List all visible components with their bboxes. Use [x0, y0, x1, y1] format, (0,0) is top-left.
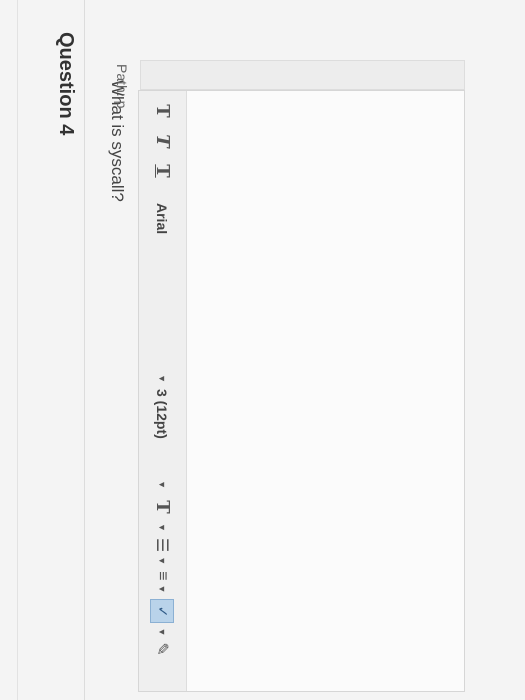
- italic-icon[interactable]: T: [152, 129, 173, 153]
- chevron-down-icon: ▼: [157, 627, 168, 637]
- bullet-list-icon: ☰: [153, 537, 171, 553]
- font-size-select[interactable]: 3 (12pt) ▼: [155, 389, 171, 489]
- spellcheck-icon: ✓: [150, 599, 175, 624]
- answer-textarea[interactable]: [187, 91, 464, 691]
- header-divider: [84, 0, 85, 700]
- quiz-page: Question 4 What is syscall? T T T Arial …: [0, 0, 525, 700]
- chevron-down-icon: ▼: [157, 374, 168, 383]
- pencil-icon[interactable]: ✎: [153, 642, 173, 655]
- rotated-frame: Question 4 What is syscall? T T T Arial …: [0, 0, 525, 700]
- bold-icon[interactable]: T: [152, 99, 173, 123]
- numbered-list-button[interactable]: ≡ ▼: [154, 571, 172, 593]
- bullet-list-button[interactable]: ☰ ▼: [153, 538, 173, 565]
- element-path: Path: p: [114, 64, 130, 109]
- editor-status-bar: [140, 60, 465, 90]
- font-family-value: Arial: [154, 203, 171, 235]
- underline-icon[interactable]: T: [152, 159, 173, 183]
- question-title: Question 4: [55, 32, 77, 136]
- top-divider: [17, 0, 18, 700]
- chevron-down-icon: ▼: [157, 480, 168, 489]
- spellcheck-button[interactable]: ✓ ▼: [150, 599, 175, 637]
- text-color-button[interactable]: T ▼: [152, 495, 173, 532]
- font-size-value: 3 (12pt): [154, 389, 171, 439]
- numbered-list-icon: ≡: [154, 571, 172, 581]
- editor-toolbar: T T T Arial ▼ 3 (12pt) ▼ T ▼ ☰ ▼ ≡ ▼ ✓ ▼…: [139, 91, 187, 691]
- chevron-down-icon: ▼: [157, 523, 168, 532]
- rich-text-editor[interactable]: T T T Arial ▼ 3 (12pt) ▼ T ▼ ☰ ▼ ≡ ▼ ✓ ▼…: [138, 90, 465, 692]
- chevron-down-icon: ▼: [157, 556, 168, 566]
- text-color-icon: T: [152, 500, 173, 514]
- font-family-select[interactable]: Arial ▼: [155, 189, 171, 383]
- chevron-down-icon: ▼: [157, 584, 168, 594]
